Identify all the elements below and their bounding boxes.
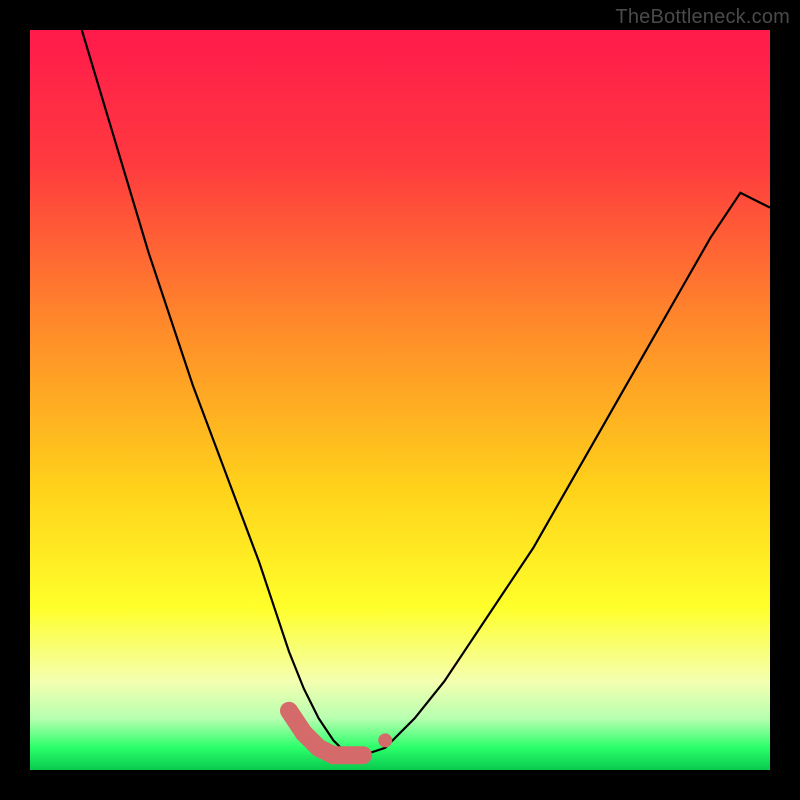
optimal-dot [378,733,392,747]
bottleneck-curve [82,30,770,755]
optimal-segment [304,733,363,755]
curve-layer [30,30,770,770]
plot-area [30,30,770,770]
chart-frame: TheBottleneck.com [0,0,800,800]
optimal-region [289,711,392,755]
watermark-text: TheBottleneck.com [615,6,790,29]
optimal-segment-left [289,711,304,733]
